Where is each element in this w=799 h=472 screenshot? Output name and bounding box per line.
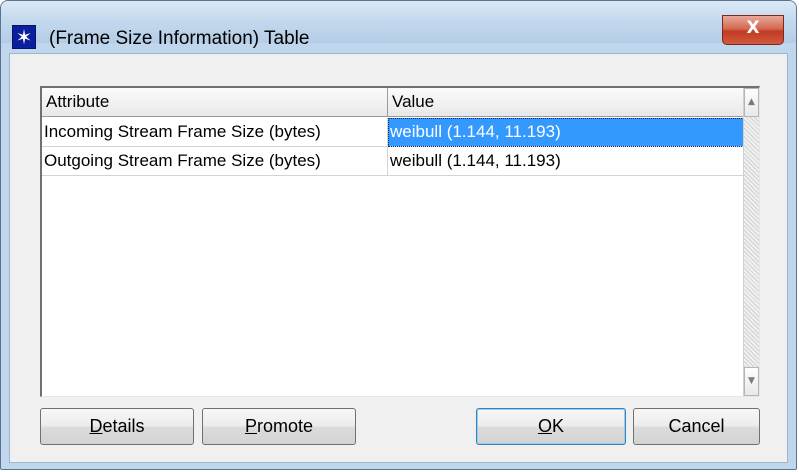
promote-mnemonic: P — [244, 416, 257, 436]
details-button[interactable]: Details — [40, 408, 194, 445]
promote-label: romote — [256, 416, 314, 436]
title-bar[interactable]: ✶ (Frame Size Information) Table X — [1, 1, 796, 49]
ok-label: K — [552, 416, 565, 436]
cancel-button[interactable]: Cancel — [633, 408, 760, 445]
value-cell[interactable]: weibull (1.144, 11.193) — [388, 118, 748, 147]
details-label: etails — [102, 416, 145, 436]
attribute-cell[interactable]: Incoming Stream Frame Size (bytes) — [42, 118, 388, 147]
dialog-window: ✶ (Frame Size Information) Table X Attri… — [0, 0, 797, 470]
attribute-table: Attribute Value Incoming Stream Frame Si… — [40, 86, 760, 397]
attribute-cell[interactable]: Outgoing Stream Frame Size (bytes) — [42, 147, 388, 176]
asterisk-star-icon: ✶ — [12, 25, 36, 49]
details-mnemonic: D — [89, 416, 103, 436]
table-row[interactable]: Incoming Stream Frame Size (bytes) weibu… — [42, 118, 748, 147]
column-header-value[interactable]: Value — [388, 88, 748, 117]
value-cell[interactable]: weibull (1.144, 11.193) — [388, 147, 748, 176]
close-button[interactable]: X — [722, 15, 784, 45]
close-x-icon: X — [746, 18, 760, 38]
ok-mnemonic: O — [537, 416, 552, 436]
scroll-down-arrow-icon[interactable]: ▼ — [744, 367, 759, 396]
table-row[interactable]: Outgoing Stream Frame Size (bytes) weibu… — [42, 147, 748, 176]
column-header-attribute[interactable]: Attribute — [42, 88, 388, 117]
vertical-scrollbar[interactable]: ▲ ▼ — [743, 88, 759, 396]
promote-button[interactable]: Promote — [202, 408, 356, 445]
window-title: (Frame Size Information) Table — [49, 28, 310, 49]
dialog-client-area: Attribute Value Incoming Stream Frame Si… — [9, 53, 788, 463]
ok-button[interactable]: OK — [476, 408, 626, 445]
scroll-up-arrow-icon[interactable]: ▲ — [744, 88, 759, 117]
